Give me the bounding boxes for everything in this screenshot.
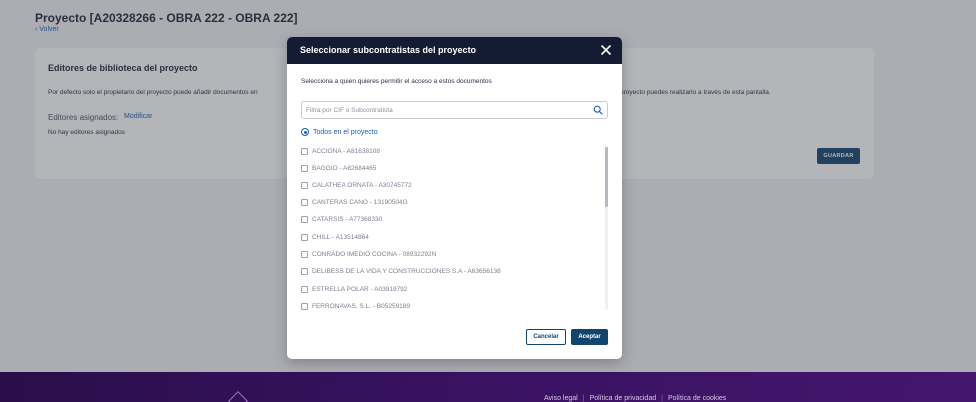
list-item-label: ESTRELLA POLAR - A03919792 — [312, 285, 408, 293]
list-item[interactable]: BAGGIO - A82684465 — [301, 162, 376, 174]
brand-logo-icon — [228, 391, 248, 402]
list-item-label: DELIBESS DE LA VIDA Y CONSTRUCCIONES S.A… — [312, 267, 501, 275]
radio-selected[interactable] — [301, 128, 309, 136]
list-item-label: FERRONAVAS, S.L. - B05259189 — [312, 302, 411, 310]
list-scrollbar-thumb[interactable] — [605, 147, 608, 207]
checkbox[interactable] — [301, 302, 308, 310]
footer-link-cookies[interactable]: Política de cookies — [668, 395, 726, 402]
footer-separator: | — [661, 395, 663, 402]
checkbox[interactable] — [301, 181, 308, 189]
list-item-label: BAGGIO - A82684465 — [312, 164, 377, 172]
list-item-label: ACCIONA - A81638108 — [312, 147, 380, 155]
list-item[interactable]: CHILL - A13514864 — [301, 231, 369, 243]
footer-separator: | — [582, 395, 585, 402]
search-icon[interactable] — [593, 105, 603, 115]
list-item[interactable]: DELIBESS DE LA VIDA Y CONSTRUCCIONES S.A… — [301, 265, 501, 277]
checkbox[interactable] — [301, 267, 308, 275]
all-in-project-label: Todos en el proyecto — [313, 128, 378, 136]
list-item-label: CANTERAS CANO - 13190504G — [312, 198, 408, 206]
accept-button[interactable]: Aceptar — [571, 329, 608, 345]
list-item[interactable]: CONRADO IMEDIO COCINA - 08932292N — [301, 248, 436, 260]
footer-link-privacy[interactable]: Política de privacidad — [590, 395, 657, 402]
footer: Aviso legal | Política de privacidad | Polít… — [0, 372, 976, 402]
search-input[interactable] — [306, 104, 586, 116]
list-item[interactable]: CANTERAS CANO - 13190504G — [301, 196, 408, 208]
search-field — [301, 101, 608, 119]
checkbox[interactable] — [301, 285, 308, 293]
list-item-label: CHILL - A13514864 — [312, 233, 369, 241]
checkbox[interactable] — [301, 215, 308, 223]
checkbox[interactable] — [301, 198, 308, 206]
modal-subtitle: Selecciona a quien quieres permitir el a… — [301, 78, 492, 85]
list-item[interactable]: ESTRELLA POLAR - A03919792 — [301, 283, 407, 295]
checkbox[interactable] — [301, 164, 308, 172]
subcontractor-list: ACCIONA - A81638108 BAGGIO - A82684465 C… — [301, 144, 608, 310]
list-item-label: CONRADO IMEDIO COCINA - 08932292N — [312, 250, 437, 258]
close-icon[interactable] — [599, 43, 613, 57]
modal-header: Seleccionar subcontratistas del proyecto — [287, 37, 622, 64]
footer-link-legal[interactable]: Aviso legal — [544, 395, 578, 402]
select-subcontractors-modal: Seleccionar subcontratistas del proyecto… — [287, 37, 622, 359]
list-item[interactable]: CATARSIS - A77368330 — [301, 213, 382, 225]
all-in-project-option[interactable]: Todos en el proyecto — [301, 127, 378, 137]
checkbox[interactable] — [301, 147, 308, 155]
list-item[interactable]: CALATHEA ORNATA - A30745772 — [301, 179, 412, 191]
list-item[interactable]: ACCIONA - A81638108 — [301, 145, 380, 157]
checkbox[interactable] — [301, 233, 308, 241]
list-item-label: CALATHEA ORNATA - A30745772 — [312, 181, 412, 189]
modal-title: Seleccionar subcontratistas del proyecto — [300, 45, 477, 55]
list-item-label: CATARSIS - A77368330 — [312, 215, 383, 223]
cancel-button[interactable]: Cancelar — [526, 329, 566, 345]
footer-links: Aviso legal | Política de privacidad | Polít… — [544, 395, 726, 402]
checkbox[interactable] — [301, 250, 308, 258]
list-item[interactable]: FERRONAVAS, S.L. - B05259189 — [301, 300, 410, 310]
